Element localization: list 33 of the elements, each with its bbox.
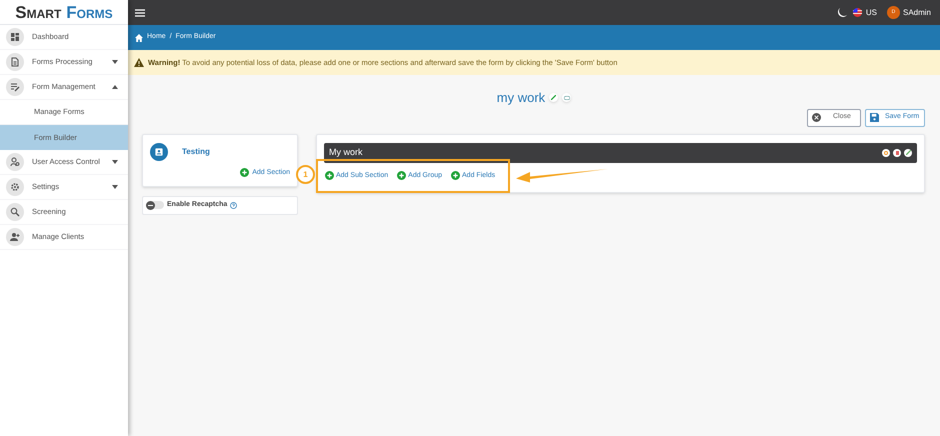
warning-icon — [134, 58, 144, 67]
edit-icon[interactable] — [904, 148, 912, 156]
plus-icon — [451, 171, 460, 180]
user-add-icon — [6, 228, 24, 246]
home-icon — [135, 34, 143, 42]
toggle-switch[interactable] — [146, 201, 164, 209]
form-title: my work — [496, 89, 546, 107]
caret-icon — [112, 185, 118, 189]
menu-icon[interactable] — [135, 8, 145, 16]
section-title: My work — [329, 146, 364, 159]
flag-icon[interactable] — [852, 8, 862, 17]
save-icon — [870, 113, 879, 122]
help-icon[interactable] — [230, 202, 238, 208]
dashboard-icon — [6, 28, 24, 46]
caret-icon — [112, 60, 118, 64]
settings-icon — [6, 178, 24, 196]
users-icon — [6, 153, 24, 171]
language-label[interactable]: US — [866, 6, 877, 18]
plus-icon — [240, 168, 250, 178]
document-icon — [6, 53, 24, 71]
arrow-icon — [516, 168, 608, 183]
section-icon[interactable] — [150, 142, 168, 160]
caret-icon — [112, 160, 118, 164]
close-icon — [812, 113, 821, 122]
search-icon — [6, 203, 24, 221]
edit-list-icon — [6, 78, 24, 96]
annotation-number: 1 — [296, 165, 315, 184]
user-name[interactable]: SAdmin — [902, 6, 931, 18]
caret-icon — [112, 85, 118, 89]
section-name[interactable]: Testing — [182, 146, 210, 158]
plus-icon — [397, 171, 406, 180]
moon-icon[interactable] — [836, 8, 847, 18]
plus-icon — [325, 171, 334, 180]
